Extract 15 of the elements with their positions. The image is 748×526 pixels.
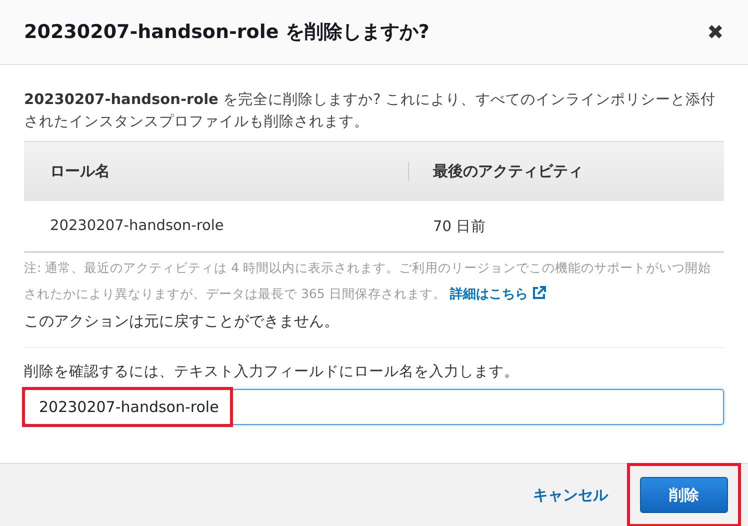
table-cell-text: 20230207-handson-role (49, 218, 225, 234)
role-name-input[interactable]: 20230207-handson-role (24, 389, 724, 425)
note-text: 注: 通常、最近のアクティビティは 4 時間以内に表示されます。ご利用のリージョンでこの機能のサポートがいつ開始されたかにより異なりますが、データは最長で 365 日間保存されます。 詳細はこちら (24, 259, 712, 304)
warning-text: このアクションは元に戻すことができません。 (24, 312, 340, 331)
close-button[interactable]: ✖ (707, 20, 724, 44)
table-cell-text: 70 日前 (432, 218, 488, 236)
details-link[interactable]: 詳細はこちら (450, 287, 546, 302)
column-header: 最後のアクティビティ (408, 162, 724, 181)
external-link-icon (532, 286, 546, 300)
cancel-button[interactable]: キャンセル (527, 484, 614, 506)
column-header: ロール名 (49, 162, 111, 181)
field-label: 削除を確認するには、テキスト入力フィールドにロール名を入力します。 (24, 363, 520, 381)
dialog-title: 20230207-handson-role を削除しますか? (24, 20, 430, 45)
description-text: 20230207-handson-role を完全に削除しますか? これにより、すべてのインラインポリシーと添付されたインスタンスプロファイルも削除されます。 (24, 90, 716, 132)
delete-button[interactable]: 削除 (640, 477, 728, 513)
